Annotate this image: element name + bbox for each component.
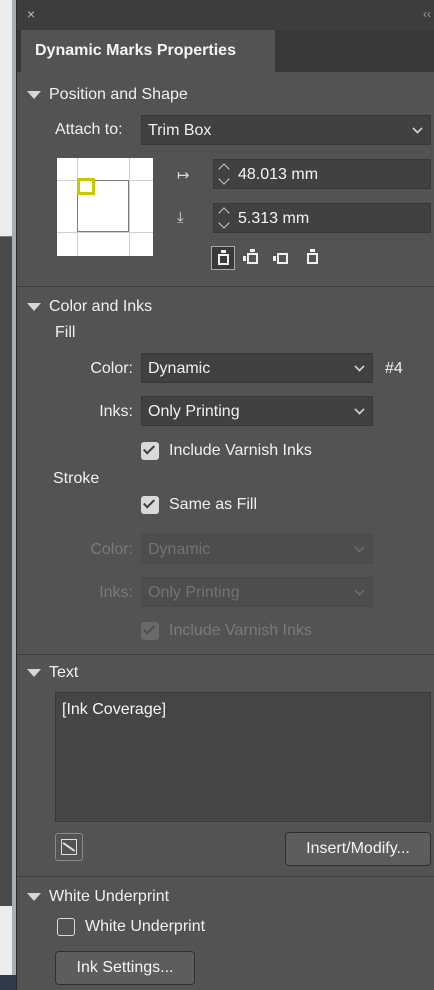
chevron-down-icon [354,361,365,372]
fill-include-varnish-checkbox[interactable]: Include Varnish Inks [141,442,312,460]
checkbox[interactable] [141,442,159,460]
stepper-arrows[interactable] [218,206,232,230]
section-color-and-inks[interactable]: Color and Inks [27,296,152,318]
fill-label: Fill [55,324,76,341]
section-text[interactable]: Text [27,662,78,684]
vertical-offset-icon: ⤓ [177,209,184,226]
checkbox[interactable] [141,622,159,640]
white-underprint-label: White Underprint [85,918,206,935]
attach-to-label: Attach to: [55,121,123,138]
chevron-down-icon [354,542,365,553]
panel-titlebar: × ‹‹ [17,0,434,30]
section-title: Position and Shape [49,86,188,103]
section-position-and-shape[interactable]: Position and Shape [27,84,188,106]
checkmark-icon [142,442,156,455]
close-icon[interactable]: × [27,6,35,22]
same-as-fill-label: Same as Fill [169,496,258,513]
same-as-fill-checkbox[interactable]: Same as Fill [141,496,257,514]
fill-inks-dropdown[interactable]: Only Printing [141,396,373,426]
stroke-color-dropdown[interactable]: Dynamic [141,534,373,564]
ink-settings-button[interactable]: Ink Settings... [55,951,195,985]
stroke-color-label: Color: [90,541,133,558]
dynamic-marks-properties-panel: × ‹‹ Dynamic Marks Properties Position a… [16,0,434,990]
attach-to-dropdown[interactable]: Trim Box [141,115,431,145]
fill-color-number: #4 [385,360,403,377]
checkbox[interactable] [57,918,75,936]
stroke-inks-label: Inks: [99,584,133,601]
anchor-left-right-icon[interactable] [271,246,295,270]
section-title: Text [49,664,79,681]
stepper-down-icon[interactable] [218,217,230,229]
stroke-include-varnish-checkbox[interactable]: Include Varnish Inks [141,622,312,640]
guide-line [57,232,153,233]
insert-modify-button[interactable]: Insert/Modify... [285,832,431,866]
stepper-arrows[interactable] [218,162,232,186]
x-offset-field[interactable]: 48.013 mm [213,159,431,189]
section-white-underprint[interactable]: White Underprint [27,886,169,908]
fill-inks-value: Only Printing [148,403,240,420]
fill-color-dropdown[interactable]: Dynamic [141,353,373,383]
stroke-inks-dropdown[interactable]: Only Printing [141,577,373,607]
section-title: White Underprint [49,888,170,905]
chevron-down-icon [354,404,365,415]
guide-line [129,158,130,256]
background-panel-edge [0,236,12,906]
stroke-inks-value: Only Printing [148,584,240,601]
tab-dynamic-marks-properties[interactable]: Dynamic Marks Properties [21,30,275,72]
mark-position-indicator [77,178,95,195]
stroke-label: Stroke [53,470,100,487]
disclosure-triangle-icon [27,91,41,99]
panel-tabbar: Dynamic Marks Properties [17,30,434,72]
fill-color-label: Color: [90,360,133,377]
disclosure-triangle-icon [27,303,41,311]
anchor-all-sides-icon[interactable] [241,246,265,270]
horizontal-offset-icon: ↦ [177,167,190,184]
y-offset-field[interactable]: 5.313 mm [213,203,431,233]
white-underprint-checkbox[interactable]: White Underprint [57,918,205,936]
attach-to-value: Trim Box [148,122,212,139]
checkmark-icon [142,496,156,509]
anchor-options [211,246,325,270]
section-divider [17,286,434,287]
section-title: Color and Inks [49,298,153,315]
mark-text-area[interactable]: [Ink Coverage] [55,692,431,822]
disclosure-triangle-icon [27,669,41,677]
checkmark-icon [142,622,156,635]
text-frame-icon[interactable] [55,833,83,861]
anchor-top-icon[interactable] [211,246,235,270]
stroke-include-varnish-label: Include Varnish Inks [169,622,312,639]
fill-color-value: Dynamic [148,360,211,377]
chevron-down-icon [354,585,365,596]
fill-include-varnish-label: Include Varnish Inks [169,442,312,459]
fill-inks-label: Inks: [99,403,133,420]
collapse-panel-icon[interactable]: ‹‹ [423,7,431,21]
chevron-down-icon [412,123,423,134]
disclosure-triangle-icon [27,893,41,901]
section-divider [17,876,434,877]
section-divider [17,654,434,655]
mark-position-preview [57,158,153,256]
y-offset-value: 5.313 mm [238,210,310,227]
x-offset-value: 48.013 mm [238,166,319,183]
checkbox[interactable] [141,496,159,514]
anchor-top-bottom-icon[interactable] [301,246,325,270]
stroke-color-value: Dynamic [148,541,211,558]
stepper-down-icon[interactable] [218,173,230,185]
